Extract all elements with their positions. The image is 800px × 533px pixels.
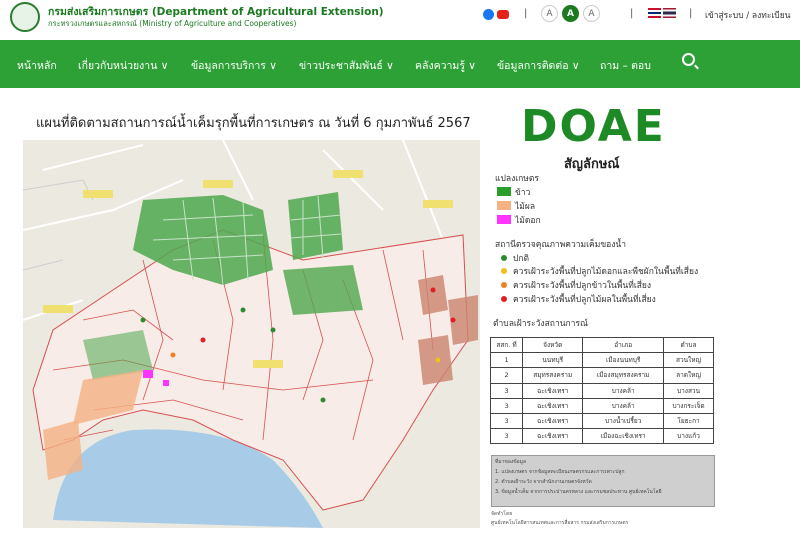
source-item: 3. ข้อมูลน้ำเค็ม จากการประปานครหลวง และก… <box>495 489 662 495</box>
cell: บางกระเจ็ด <box>663 397 714 414</box>
col-district: อำเภอ <box>582 336 665 354</box>
cell: 3 <box>489 412 524 430</box>
nav-about[interactable]: เกี่ยวกับหน่วยงาน ∨ <box>78 57 168 74</box>
nav-services[interactable]: ข้อมูลการบริการ ∨ <box>191 57 277 74</box>
col-region: สสก. ที่ <box>489 336 524 354</box>
plots-heading: แปลงเกษตร <box>495 174 539 184</box>
divider: | <box>630 8 634 19</box>
cell: เมืองสมุทรสงคราม <box>582 367 665 384</box>
orange-dot-icon <box>501 282 507 288</box>
doae-logo-icon[interactable] <box>10 2 40 32</box>
stations-heading: สถานีตรวจคุณภาพความเค็มของน้ำ <box>495 240 626 250</box>
divider: | <box>524 8 528 19</box>
search-icon[interactable] <box>682 53 695 66</box>
legend-station-flower: ควรเฝ้าระวังพื้นที่ปลูกไม้ดอกและพืชผักใน… <box>497 264 698 278</box>
cell: บางคล้า <box>582 382 665 399</box>
cell: บางน้ำเปรี้ยว <box>582 412 665 430</box>
fruit-swatch <box>497 201 511 210</box>
source-item: 1. แปลงเกษตร จากข้อมูลทะเบียนเกษตรกรและก… <box>495 469 625 475</box>
cell: 3 <box>489 397 524 414</box>
saltwater-map-image <box>23 140 480 528</box>
login-link[interactable]: เข้าสู่ระบบ / ลงทะเบียน <box>705 8 791 22</box>
watch-heading: ตำบลเฝ้าระวังสถานการณ์ <box>493 319 588 329</box>
table-row: 2 สมุทรสงคราม เมืองสมุทรสงคราม ลาดใหญ่ <box>489 367 714 384</box>
cell: สวนใหญ่ <box>663 352 714 369</box>
cell: ฉะเชิงเทรา <box>522 428 584 445</box>
youtube-icon[interactable] <box>497 10 509 19</box>
font-medium-button[interactable]: A <box>562 5 579 22</box>
table-row: 1 นนทบุรี เมืองนนทบุรี สวนใหญ่ <box>489 352 714 369</box>
nav-news[interactable]: ข่าวประชาสัมพันธ์ ∨ <box>299 57 394 74</box>
legend-fruit: ไม้ผล <box>497 199 535 213</box>
source-heading: ที่มาของข้อมูล <box>495 459 527 465</box>
col-province: จังหวัด <box>522 336 584 354</box>
table-row: 3 ฉะเชิงเทรา บางคล้า บางกระเจ็ด <box>489 397 714 414</box>
cell: บางคล้า <box>582 397 665 414</box>
nav-knowledge[interactable]: คลังความรู้ ∨ <box>415 57 476 74</box>
credit-label: จัดทำโดย <box>491 511 513 517</box>
cell: บางแก้ว <box>663 428 714 445</box>
english-flag-icon[interactable] <box>648 8 661 18</box>
map-graphic <box>23 140 480 528</box>
nav-qa[interactable]: ถาม – ตอบ <box>600 57 651 74</box>
legend-rice: ข้าว <box>497 185 530 199</box>
rice-swatch <box>497 187 511 196</box>
cell: ฉะเชิงเทรา <box>522 397 584 414</box>
legend-title: สัญลักษณ์ <box>564 157 620 172</box>
legend-station-fruit: ควรเฝ้าระวังพื้นที่ปลูกไม้ผลในพื้นที่เสี… <box>497 292 656 306</box>
table-header-row: สสก. ที่ จังหวัด อำเภอ ตำบล <box>489 336 714 354</box>
table-row: 3 ฉะเชิงเทรา บางน้ำเปรี้ยว โยธะกา <box>489 412 714 430</box>
table-row: 3 ฉะเชิงเทรา เมืองฉะเชิงเทรา บางแก้ว <box>489 428 714 445</box>
cell: 1 <box>489 352 524 369</box>
map-title: แผนที่ติดตามสถานการณ์น้ำเค็มรุกพื้นที่กา… <box>36 116 471 131</box>
yellow-dot-icon <box>501 268 507 274</box>
cell: 3 <box>489 382 524 399</box>
cell: ฉะเชิงเทรา <box>522 382 584 399</box>
credit: จัดทำโดย ศูนย์เทคโนโลยีสารสนเทศและการสื่… <box>491 510 628 528</box>
nav-contact[interactable]: ข้อมูลการติดต่อ ∨ <box>497 57 580 74</box>
watch-table: สสก. ที่ จังหวัด อำเภอ ตำบล 1 นนทบุรี เม… <box>489 336 714 445</box>
doae-logo-text: DOAE <box>521 101 666 152</box>
thai-flag-icon[interactable] <box>663 8 676 18</box>
nav-home[interactable]: หน้าหลัก <box>17 57 57 74</box>
credit-org: ศูนย์เทคโนโลยีสารสนเทศและการสื่อสาร กรมส… <box>491 520 629 526</box>
cell: 3 <box>489 428 524 445</box>
top-bar: กรมส่งเสริมการเกษตร (Department of Agric… <box>0 0 800 38</box>
cell: สมุทรสงคราม <box>522 367 584 384</box>
cell: เมืองนนทบุรี <box>582 352 665 369</box>
facebook-icon[interactable] <box>483 9 494 20</box>
cell: นนทบุรี <box>522 352 584 369</box>
green-dot-icon <box>501 255 507 261</box>
red-dot-icon <box>501 296 507 302</box>
font-large-button[interactable]: A <box>583 5 600 22</box>
org-subtitle: กระทรวงเกษตรและสหกรณ์ (Ministry of Agric… <box>48 19 297 28</box>
font-size-switcher: A A A <box>541 5 600 22</box>
table-row: 3 ฉะเชิงเทรา บางคล้า บางสวน <box>489 382 714 399</box>
col-subdistrict: ตำบล <box>663 336 714 354</box>
cell: ลาดใหญ่ <box>663 367 714 384</box>
divider: | <box>689 8 693 19</box>
cell: ฉะเชิงเทรา <box>522 412 584 430</box>
data-source-box: ที่มาของข้อมูล 1. แปลงเกษตร จากข้อมูลทะเ… <box>491 455 715 507</box>
source-item: 2. ตำบลเฝ้าระวัง จากสำนักงานเกษตรจังหวัด <box>495 479 592 485</box>
font-small-button[interactable]: A <box>541 5 558 22</box>
legend-flower: ไม้ดอก <box>497 213 541 227</box>
flower-swatch <box>497 215 511 224</box>
legend-station-rice: ควรเฝ้าระวังพื้นที่ปลูกข้าวในพื้นที่เสี่… <box>497 278 651 292</box>
cell: โยธะกา <box>663 412 714 430</box>
social-links <box>483 9 509 20</box>
cell: เมืองฉะเชิงเทรา <box>582 428 665 445</box>
legend-station-normal: ปกติ <box>497 251 529 265</box>
language-switcher <box>648 8 676 18</box>
main-navbar: หน้าหลัก เกี่ยวกับหน่วยงาน ∨ ข้อมูลการบร… <box>0 40 800 88</box>
cell: บางสวน <box>663 382 714 399</box>
cell: 2 <box>489 367 524 384</box>
